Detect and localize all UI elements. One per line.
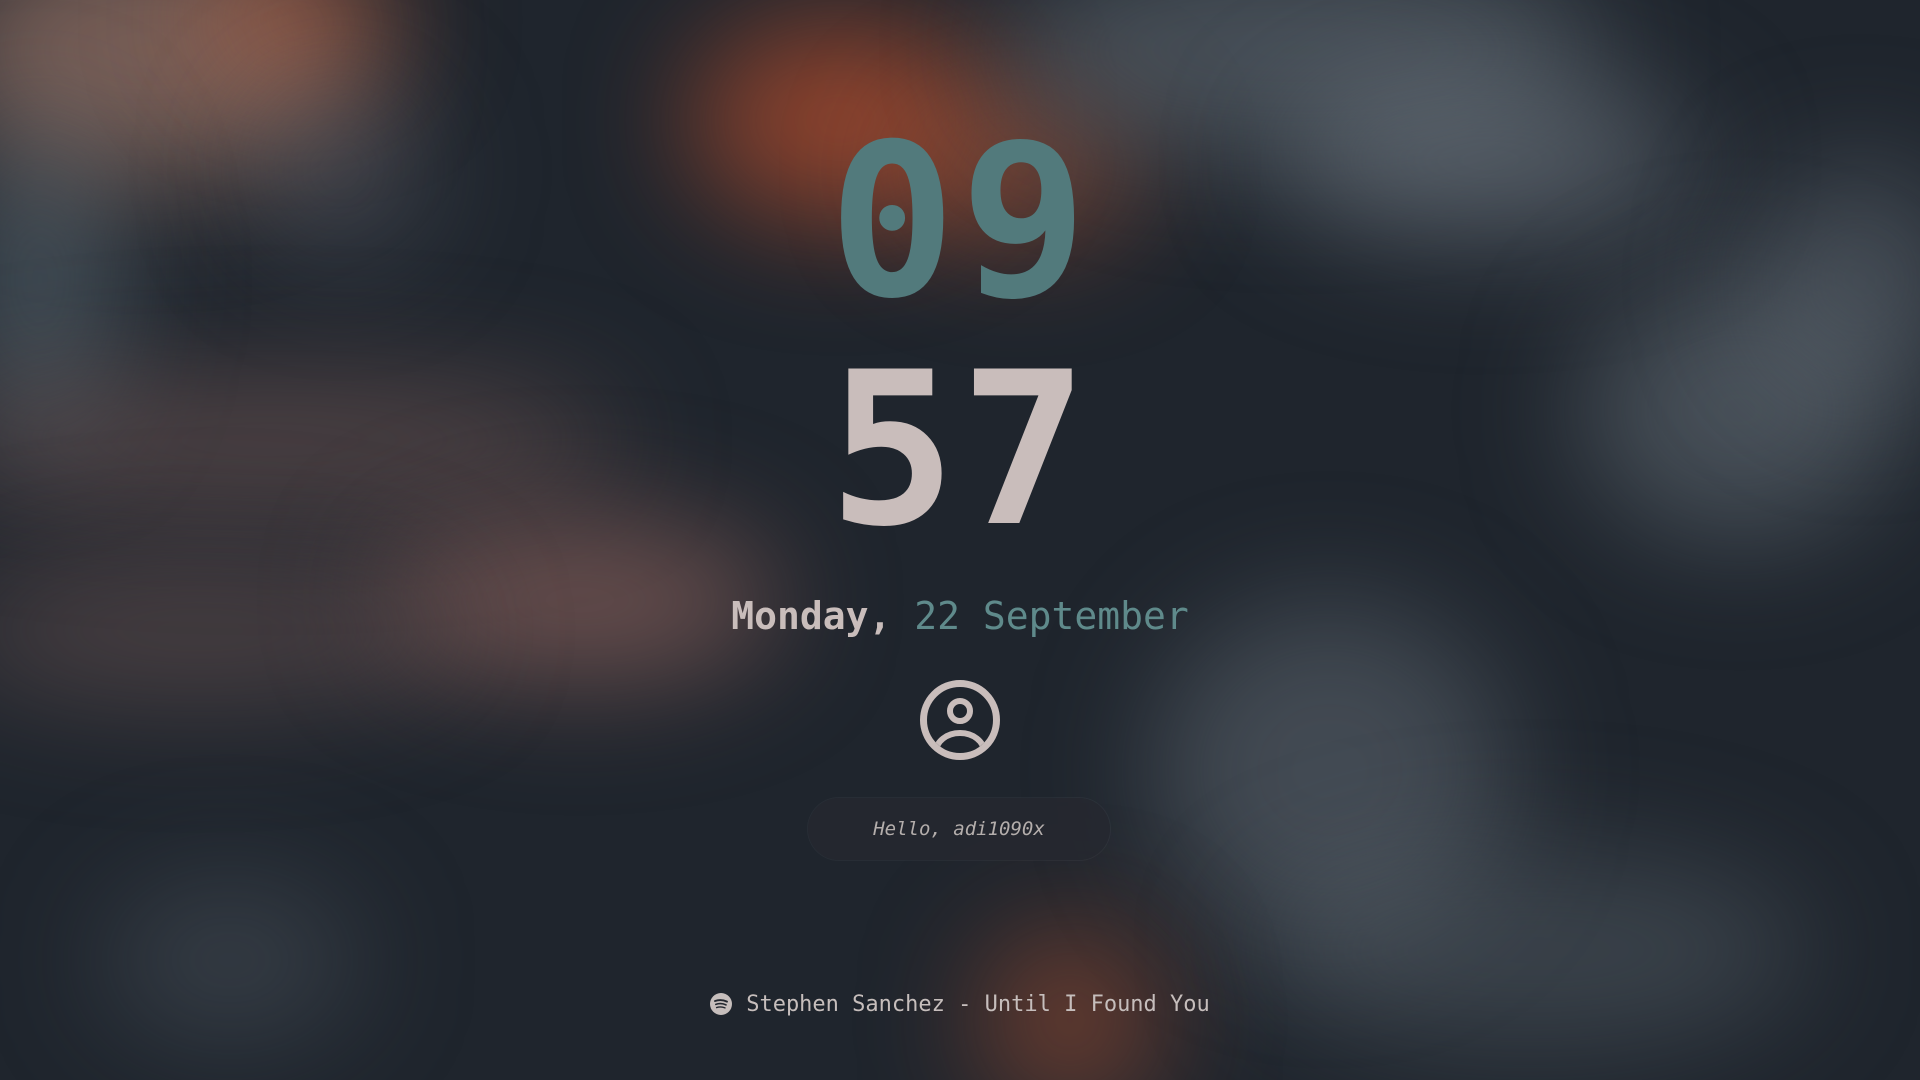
clock-minute: 57 bbox=[828, 326, 1092, 573]
now-playing: Stephen Sanchez - Until I Found You bbox=[0, 988, 1920, 1022]
lock-screen: 09 57 Monday, 22 September Hello, adi109… bbox=[0, 0, 1920, 1080]
now-playing-track: Stephen Sanchez - Until I Found You bbox=[746, 992, 1210, 1017]
user-circle-icon bbox=[918, 678, 1002, 762]
password-input[interactable]: Hello, adi1090x bbox=[808, 798, 1110, 860]
spotify-icon bbox=[710, 992, 733, 1015]
date-day-month: 22 September bbox=[914, 594, 1189, 638]
date-weekday: Monday, bbox=[731, 594, 892, 638]
clock-hour: 09 bbox=[828, 98, 1092, 345]
date-display: Monday, 22 September bbox=[0, 592, 1920, 640]
